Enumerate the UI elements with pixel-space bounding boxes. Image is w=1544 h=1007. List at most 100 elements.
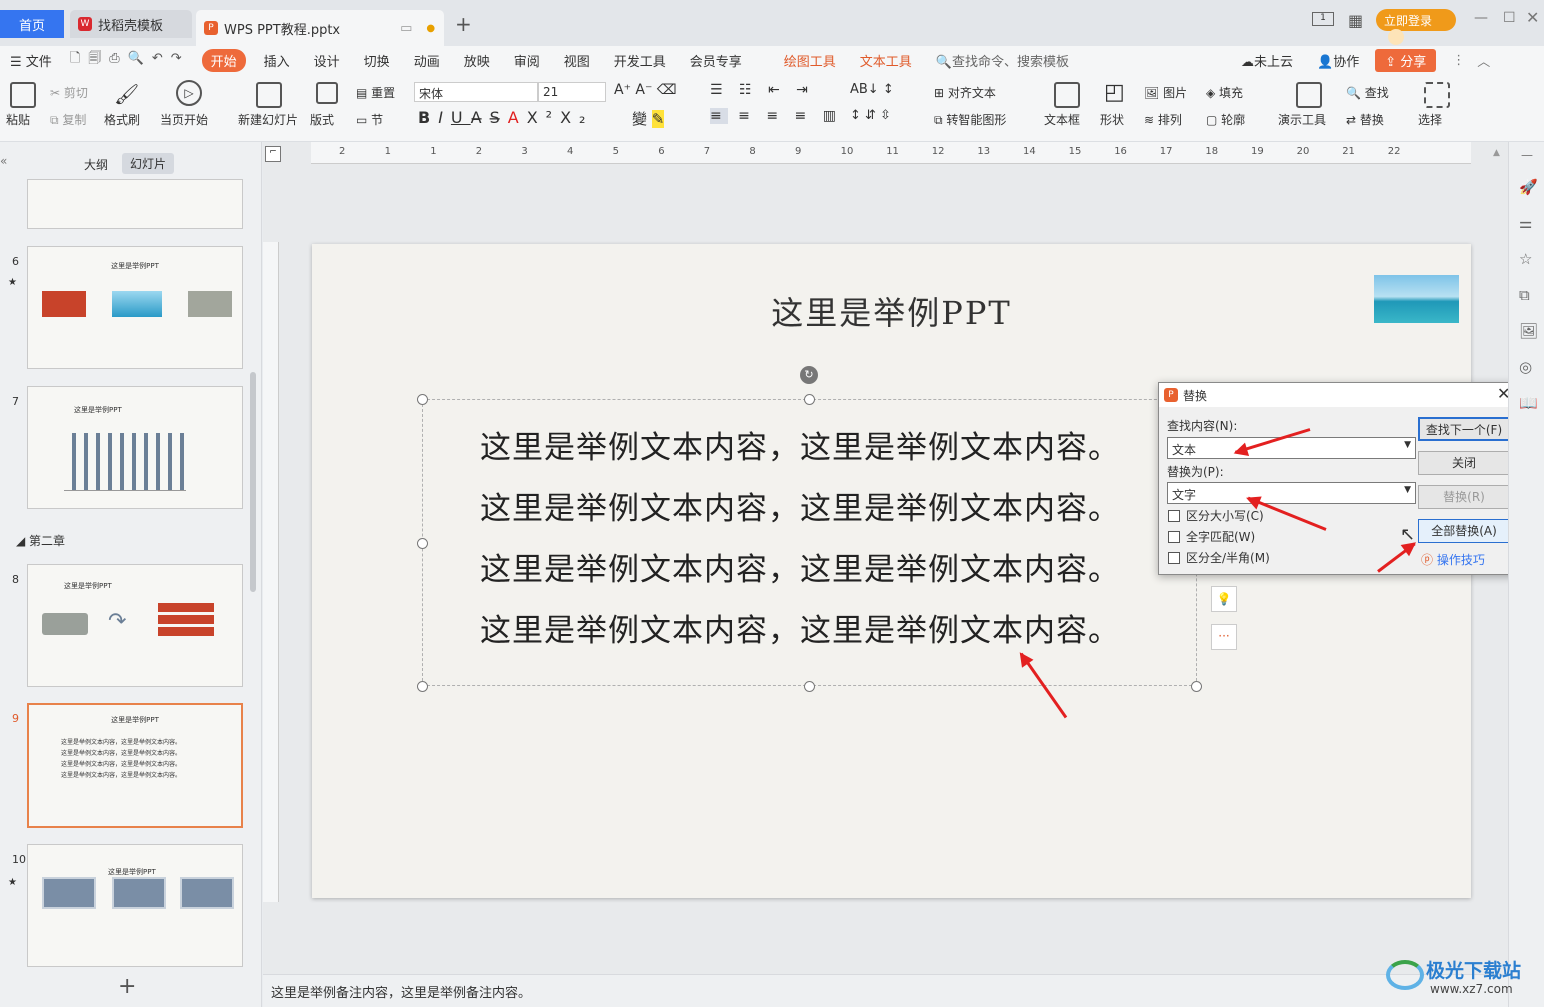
quick-access-icons[interactable]: 🗋🗐⎙🔍↶↷	[70, 49, 190, 71]
smartart-button[interactable]: ⧉ 转智能图形	[934, 111, 1006, 128]
collaborate-button[interactable]: 👤协作	[1317, 51, 1359, 70]
checkbox-box[interactable]	[1168, 530, 1180, 543]
menu-design[interactable]: 设计	[314, 51, 340, 70]
slide-thumb-7[interactable]: 这里是举例PPT	[27, 386, 243, 509]
apps-grid-icon[interactable]: ▦	[1348, 11, 1363, 30]
menu-developer[interactable]: 开发工具	[614, 51, 666, 70]
tab-home[interactable]: 首页	[0, 10, 64, 38]
shape-icon[interactable]: ◰	[1104, 80, 1125, 105]
image-icon[interactable]: 🖼	[1519, 322, 1538, 340]
replace-button[interactable]: 替换(R)	[1418, 485, 1510, 509]
textbox-icon[interactable]	[1054, 82, 1080, 108]
cloud-status[interactable]: ☁未上云	[1241, 51, 1293, 70]
monitor-icon[interactable]: ▭	[400, 21, 412, 36]
paragraph-align-buttons[interactable]: ≡ ≡ ≡ ≡ ▥	[710, 108, 842, 124]
slide-title[interactable]: 这里是举例PPT	[312, 288, 1471, 334]
slide-beach-image[interactable]	[1374, 275, 1459, 323]
smart-tip-icon[interactable]: 💡	[1211, 586, 1237, 612]
resize-handle[interactable]	[804, 394, 815, 405]
tab-slides[interactable]: 幻灯片	[122, 153, 175, 174]
from-current-button[interactable]: 当页开始	[160, 111, 208, 128]
menu-start[interactable]: 开始	[201, 48, 246, 72]
add-slide-button[interactable]: +	[118, 974, 136, 999]
slide-thumb-10[interactable]: 这里是举例PPT	[27, 844, 243, 967]
menu-view[interactable]: 视图	[564, 51, 590, 70]
close-window-icon[interactable]: ✕	[1526, 8, 1539, 27]
maximize-icon[interactable]: ☐	[1503, 10, 1516, 26]
font-size-select[interactable]: 21	[538, 82, 606, 102]
resize-handle[interactable]	[417, 681, 428, 692]
collapse-ribbon-icon[interactable]: ︿	[1477, 51, 1490, 70]
checkbox-box[interactable]	[1168, 509, 1180, 522]
tab-stop-icon[interactable]: ⌐	[265, 146, 281, 162]
paste-button[interactable]: 粘贴	[6, 111, 30, 128]
slide-thumb-6[interactable]: 这里是举例PPT	[27, 246, 243, 369]
font-family-select[interactable]: 宋体	[414, 82, 538, 102]
chevron-down-icon[interactable]: ▼	[1404, 440, 1411, 450]
share-button[interactable]: ⇪ 分享	[1375, 48, 1437, 72]
tab-outline[interactable]: 大纲	[84, 156, 108, 173]
book-icon[interactable]: 📖	[1519, 394, 1538, 412]
find-button[interactable]: 🔍 查找	[1346, 84, 1389, 101]
slide-text-line[interactable]: 这里是举例文本内容，这里是举例文本内容。	[480, 483, 1120, 528]
play-icon[interactable]: ▷	[176, 80, 202, 106]
menu-slideshow[interactable]: 放映	[464, 51, 490, 70]
horizontal-ruler[interactable]: 2 1 1 2 3 4 5 6 7 8 9 10 11 12 13 14 15 16 17 18 19 20 21 22	[311, 142, 1471, 164]
present-tools-icon[interactable]	[1296, 82, 1322, 108]
slide-text-line[interactable]: 这里是举例文本内容，这里是举例文本内容。	[480, 422, 1120, 467]
slide-thumb-8[interactable]: 这里是举例PPT ↷	[27, 564, 243, 687]
align-text-button[interactable]: ⊞ 对齐文本	[934, 84, 996, 101]
textbox-button[interactable]: 文本框	[1044, 111, 1080, 128]
close-button[interactable]: 关闭	[1418, 451, 1510, 475]
new-slide-button[interactable]: 新建幻灯片	[238, 111, 298, 128]
menu-member[interactable]: 会员专享	[690, 51, 742, 70]
command-search[interactable]: 🔍查找命令、搜索模板	[936, 51, 1069, 70]
more-options-icon[interactable]: ···	[1211, 624, 1237, 650]
resize-handle[interactable]	[804, 681, 815, 692]
login-button[interactable]: 立即登录	[1376, 9, 1456, 45]
notes-pane[interactable]: 这里是举例备注内容，这里是举例备注内容。	[263, 974, 1508, 1007]
new-tab-button[interactable]: +	[455, 12, 472, 36]
star-outline-icon[interactable]: ☆	[1519, 250, 1532, 268]
replace-button[interactable]: ⇄ 替换	[1346, 111, 1384, 128]
cut-button[interactable]: ✂ 剪切	[50, 84, 88, 101]
copy-slides-icon[interactable]: ⧉	[1519, 286, 1530, 304]
select-icon[interactable]	[1424, 82, 1450, 108]
replace-input[interactable]: 文字 ▼	[1167, 482, 1416, 504]
sliders-icon[interactable]: ⚌	[1519, 214, 1532, 232]
find-input[interactable]: 文本 ▼	[1167, 437, 1416, 459]
layout-icon[interactable]: 1	[1312, 12, 1334, 26]
match-case-checkbox[interactable]: 区分大小写(C)	[1168, 507, 1264, 524]
resize-handle[interactable]	[417, 394, 428, 405]
whole-word-checkbox[interactable]: 全字匹配(W)	[1168, 528, 1255, 545]
checkbox-box[interactable]	[1168, 551, 1180, 564]
menu-transition[interactable]: 切换	[364, 51, 390, 70]
paste-icon[interactable]	[10, 82, 36, 108]
slide-thumb-9-selected[interactable]: 这里是举例PPT 这里是举例文本内容，这里是举例文本内容。 这里是举例文本内容，这…	[27, 703, 243, 828]
font-size-buttons[interactable]: A⁺ A⁻ ⌫	[614, 82, 677, 98]
tab-daoke-templates[interactable]: W 找稻壳模板	[70, 10, 192, 38]
tips-link[interactable]: ⓟ 操作技巧	[1421, 551, 1485, 568]
layout-button[interactable]: 版式	[310, 111, 334, 128]
resize-handle[interactable]	[1191, 681, 1202, 692]
replace-all-button[interactable]: 全部替换(A)	[1418, 519, 1510, 543]
resize-handle[interactable]	[417, 538, 428, 549]
menu-animation[interactable]: 动画	[414, 51, 440, 70]
outline-button[interactable]: ▢ 轮廓	[1206, 111, 1245, 128]
compass-icon[interactable]: ◎	[1519, 358, 1532, 376]
panel-scrollbar[interactable]	[250, 372, 256, 592]
vertical-ruler[interactable]	[263, 242, 279, 902]
format-painter-button[interactable]: 格式刷	[104, 111, 140, 128]
shape-button[interactable]: 形状	[1100, 111, 1124, 128]
notes-text[interactable]: 这里是举例备注内容，这里是举例备注内容。	[271, 986, 531, 1001]
reset-button[interactable]: ▤ 重置	[356, 84, 395, 101]
layout-icon[interactable]	[316, 82, 338, 104]
picture-button[interactable]: 🖼 图片	[1144, 84, 1187, 101]
menu-insert[interactable]: 插入	[264, 51, 290, 70]
find-next-button[interactable]: 查找下一个(F)	[1418, 417, 1510, 441]
more-icon[interactable]: ⋮	[1452, 53, 1465, 68]
tab-document[interactable]: P WPS PPT教程.pptx ▭ ●	[196, 10, 444, 46]
chevron-down-icon[interactable]: ▼	[1404, 485, 1411, 495]
new-slide-icon[interactable]	[256, 82, 282, 108]
full-half-width-checkbox[interactable]: 区分全/半角(M)	[1168, 549, 1270, 566]
